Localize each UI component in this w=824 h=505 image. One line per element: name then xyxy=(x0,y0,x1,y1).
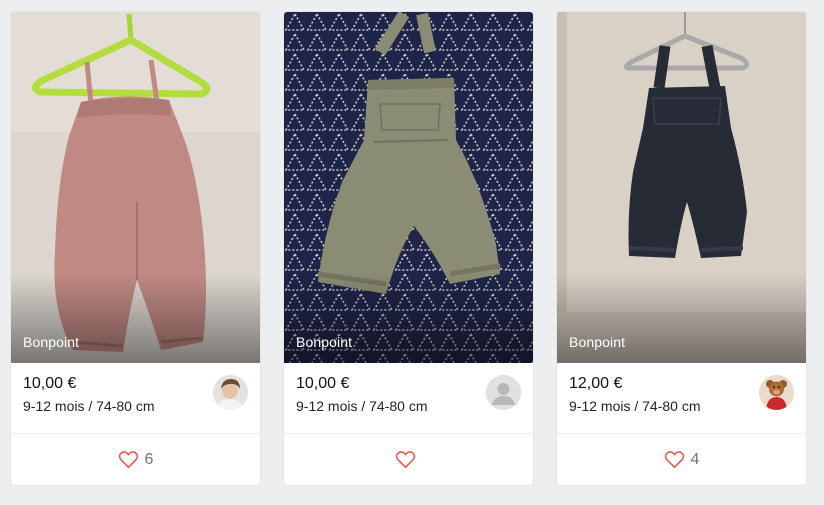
brand-label: Bonpoint xyxy=(23,334,80,350)
product-card[interactable]: Bonpoint 12,00 € 9-12 mois / 74-80 cm 4 xyxy=(557,12,806,485)
seller-avatar[interactable] xyxy=(213,375,248,410)
product-info[interactable]: 12,00 € 9-12 mois / 74-80 cm xyxy=(557,363,806,434)
heart-outline-icon xyxy=(664,451,684,469)
product-info[interactable]: 10,00 € 9-12 mois / 74-80 cm xyxy=(11,363,260,434)
product-photo[interactable]: Bonpoint xyxy=(557,12,806,363)
favorite-button[interactable]: 6 xyxy=(11,434,260,485)
size: 9-12 mois / 74-80 cm xyxy=(23,398,155,414)
favorite-count: 6 xyxy=(144,450,154,468)
product-info[interactable]: 10,00 € 9-12 mois / 74-80 cm xyxy=(284,363,533,434)
size: 9-12 mois / 74-80 cm xyxy=(569,398,701,414)
heart-outline-icon xyxy=(395,451,416,469)
seller-avatar[interactable] xyxy=(759,375,794,410)
default-user-icon xyxy=(486,375,521,410)
product-photo[interactable]: Bonpoint xyxy=(284,12,533,363)
teddy-bear-avatar xyxy=(759,375,794,410)
favorite-count: 4 xyxy=(690,450,700,468)
price: 12,00 € xyxy=(569,375,623,392)
brand-label: Bonpoint xyxy=(569,334,626,350)
favorite-button[interactable] xyxy=(284,434,533,485)
seller-avatar[interactable] xyxy=(486,375,521,410)
product-photo[interactable]: Bonpoint xyxy=(11,12,260,363)
product-card[interactable]: Bonpoint 10,00 € 9-12 mois / 74-80 cm 6 xyxy=(11,12,260,485)
heart-outline-icon xyxy=(118,451,138,469)
size: 9-12 mois / 74-80 cm xyxy=(296,398,428,414)
price: 10,00 € xyxy=(296,375,350,392)
product-card[interactable]: Bonpoint 10,00 € 9-12 mois / 74-80 cm xyxy=(284,12,533,485)
brand-label: Bonpoint xyxy=(296,334,353,350)
favorite-button[interactable]: 4 xyxy=(557,434,806,485)
price: 10,00 € xyxy=(23,375,77,392)
seller-photo xyxy=(213,375,248,410)
